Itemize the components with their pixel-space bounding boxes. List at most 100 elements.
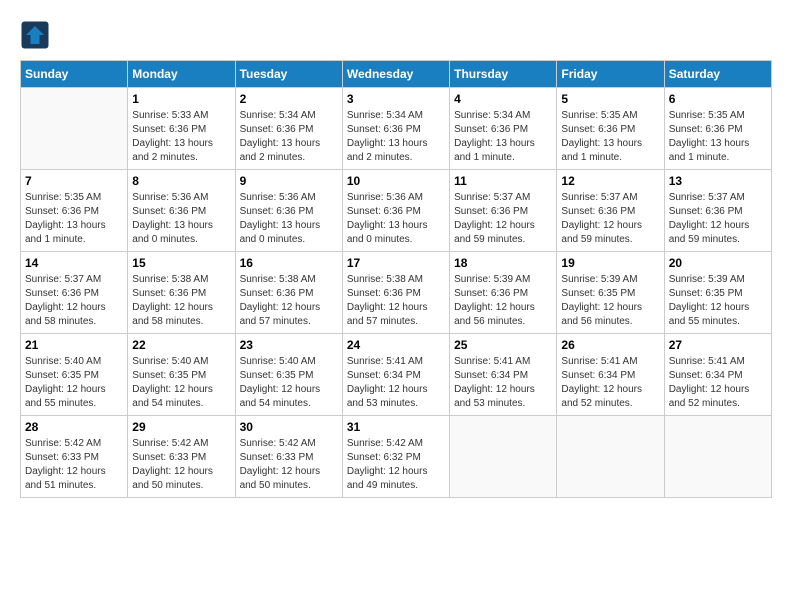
day-number: 2: [240, 92, 338, 106]
calendar-cell: 16 Sunrise: 5:38 AMSunset: 6:36 PMDayligh…: [235, 252, 342, 334]
calendar-week-5: 28Sunrise: 5:42 AMSunset: 6:33 PMDayligh…: [21, 416, 772, 498]
day-number: 5: [561, 92, 659, 106]
day-number: 30: [240, 420, 338, 434]
calendar-cell: 12 Sunrise: 5:37 AMSunset: 6:36 PMDayligh…: [557, 170, 664, 252]
day-info: Sunrise: 5:36 AMSunset: 6:36 PMDaylight:…: [132, 191, 230, 247]
day-number: 21: [25, 338, 123, 352]
calendar-cell: 1 Sunrise: 5:33 AMSunset: 6:36 PMDaylight…: [128, 88, 235, 170]
day-number: 23: [240, 338, 338, 352]
day-number: 3: [347, 92, 445, 106]
day-header-tuesday: Tuesday: [235, 61, 342, 88]
day-number: 13: [669, 174, 767, 188]
calendar-cell: 8 Sunrise: 5:36 AMSunset: 6:36 PMDaylight…: [128, 170, 235, 252]
day-info: Sunrise: 5:39 AMSunset: 6:36 PMDaylight:…: [454, 273, 552, 329]
day-info: Sunrise: 5:40 AMSunset: 6:35 PMDaylight:…: [240, 355, 338, 411]
day-info: Sunrise: 5:35 AMSunset: 6:36 PMDaylight:…: [669, 109, 767, 165]
day-info: Sunrise: 5:35 AMSunset: 6:36 PMDaylight:…: [25, 191, 123, 247]
day-number: 24: [347, 338, 445, 352]
day-number: 18: [454, 256, 552, 270]
calendar-cell: [557, 416, 664, 498]
day-number: 19: [561, 256, 659, 270]
calendar-cell: 26Sunrise: 5:41 AMSunset: 6:34 PMDayligh…: [557, 334, 664, 416]
day-info: Sunrise: 5:34 AMSunset: 6:36 PMDaylight:…: [347, 109, 445, 165]
day-number: 6: [669, 92, 767, 106]
calendar-cell: 27Sunrise: 5:41 AMSunset: 6:34 PMDayligh…: [664, 334, 771, 416]
calendar-cell: 21 Sunrise: 5:40 AMSunset: 6:35 PMDayligh…: [21, 334, 128, 416]
day-number: 11: [454, 174, 552, 188]
calendar-cell: 7 Sunrise: 5:35 AMSunset: 6:36 PMDaylight…: [21, 170, 128, 252]
day-header-thursday: Thursday: [450, 61, 557, 88]
calendar-week-3: 14Sunrise: 5:37 AMSunset: 6:36 PMDayligh…: [21, 252, 772, 334]
day-number: 16: [240, 256, 338, 270]
calendar-cell: 17Sunrise: 5:38 AMSunset: 6:36 PMDayligh…: [342, 252, 449, 334]
day-info: Sunrise: 5:42 AMSunset: 6:33 PMDaylight:…: [25, 437, 123, 493]
day-number: 25: [454, 338, 552, 352]
day-number: 26: [561, 338, 659, 352]
calendar-cell: [450, 416, 557, 498]
calendar-cell: 11 Sunrise: 5:37 AMSunset: 6:36 PMDayligh…: [450, 170, 557, 252]
calendar-cell: 20 Sunrise: 5:39 AMSunset: 6:35 PMDayligh…: [664, 252, 771, 334]
day-number: 7: [25, 174, 123, 188]
calendar-cell: 30 Sunrise: 5:42 AMSunset: 6:33 PMDayligh…: [235, 416, 342, 498]
day-number: 10: [347, 174, 445, 188]
day-info: Sunrise: 5:41 AMSunset: 6:34 PMDaylight:…: [669, 355, 767, 411]
day-header-saturday: Saturday: [664, 61, 771, 88]
day-info: Sunrise: 5:38 AMSunset: 6:36 PMDaylight:…: [240, 273, 338, 329]
calendar-cell: 24Sunrise: 5:41 AMSunset: 6:34 PMDayligh…: [342, 334, 449, 416]
day-info: Sunrise: 5:39 AMSunset: 6:35 PMDaylight:…: [561, 273, 659, 329]
day-info: Sunrise: 5:37 AMSunset: 6:36 PMDaylight:…: [25, 273, 123, 329]
day-number: 22: [132, 338, 230, 352]
calendar-week-1: 1 Sunrise: 5:33 AMSunset: 6:36 PMDaylight…: [21, 88, 772, 170]
calendar-cell: [21, 88, 128, 170]
calendar-cell: 29Sunrise: 5:42 AMSunset: 6:33 PMDayligh…: [128, 416, 235, 498]
calendar-cell: 18 Sunrise: 5:39 AMSunset: 6:36 PMDayligh…: [450, 252, 557, 334]
day-info: Sunrise: 5:37 AMSunset: 6:36 PMDaylight:…: [561, 191, 659, 247]
calendar-cell: 9Sunrise: 5:36 AMSunset: 6:36 PMDaylight…: [235, 170, 342, 252]
day-number: 31: [347, 420, 445, 434]
day-info: Sunrise: 5:37 AMSunset: 6:36 PMDaylight:…: [454, 191, 552, 247]
calendar-cell: 25 Sunrise: 5:41 AMSunset: 6:34 PMDayligh…: [450, 334, 557, 416]
calendar-cell: 15 Sunrise: 5:38 AMSunset: 6:36 PMDayligh…: [128, 252, 235, 334]
calendar-cell: 6 Sunrise: 5:35 AMSunset: 6:36 PMDaylight…: [664, 88, 771, 170]
day-info: Sunrise: 5:40 AMSunset: 6:35 PMDaylight:…: [132, 355, 230, 411]
day-number: 15: [132, 256, 230, 270]
day-number: 8: [132, 174, 230, 188]
day-info: Sunrise: 5:38 AMSunset: 6:36 PMDaylight:…: [132, 273, 230, 329]
day-info: Sunrise: 5:42 AMSunset: 6:33 PMDaylight:…: [240, 437, 338, 493]
calendar-cell: 3 Sunrise: 5:34 AMSunset: 6:36 PMDaylight…: [342, 88, 449, 170]
logo: [20, 20, 54, 50]
day-number: 12: [561, 174, 659, 188]
day-info: Sunrise: 5:38 AMSunset: 6:36 PMDaylight:…: [347, 273, 445, 329]
day-info: Sunrise: 5:42 AMSunset: 6:32 PMDaylight:…: [347, 437, 445, 493]
day-number: 1: [132, 92, 230, 106]
day-info: Sunrise: 5:41 AMSunset: 6:34 PMDaylight:…: [454, 355, 552, 411]
calendar-cell: 2Sunrise: 5:34 AMSunset: 6:36 PMDaylight…: [235, 88, 342, 170]
day-info: Sunrise: 5:39 AMSunset: 6:35 PMDaylight:…: [669, 273, 767, 329]
day-number: 4: [454, 92, 552, 106]
day-info: Sunrise: 5:37 AMSunset: 6:36 PMDaylight:…: [669, 191, 767, 247]
calendar-cell: 28Sunrise: 5:42 AMSunset: 6:33 PMDayligh…: [21, 416, 128, 498]
calendar-cell: 4 Sunrise: 5:34 AMSunset: 6:36 PMDaylight…: [450, 88, 557, 170]
calendar-table: SundayMondayTuesdayWednesdayThursdayFrid…: [20, 60, 772, 498]
page-header: [20, 20, 772, 50]
day-info: Sunrise: 5:36 AMSunset: 6:36 PMDaylight:…: [240, 191, 338, 247]
calendar-header-row: SundayMondayTuesdayWednesdayThursdayFrid…: [21, 61, 772, 88]
calendar-cell: 22 Sunrise: 5:40 AMSunset: 6:35 PMDayligh…: [128, 334, 235, 416]
day-header-friday: Friday: [557, 61, 664, 88]
day-header-monday: Monday: [128, 61, 235, 88]
calendar-cell: 14Sunrise: 5:37 AMSunset: 6:36 PMDayligh…: [21, 252, 128, 334]
day-info: Sunrise: 5:40 AMSunset: 6:35 PMDaylight:…: [25, 355, 123, 411]
calendar-week-4: 21 Sunrise: 5:40 AMSunset: 6:35 PMDayligh…: [21, 334, 772, 416]
day-number: 20: [669, 256, 767, 270]
calendar-week-2: 7 Sunrise: 5:35 AMSunset: 6:36 PMDaylight…: [21, 170, 772, 252]
day-number: 29: [132, 420, 230, 434]
day-info: Sunrise: 5:33 AMSunset: 6:36 PMDaylight:…: [132, 109, 230, 165]
calendar-cell: 23 Sunrise: 5:40 AMSunset: 6:35 PMDayligh…: [235, 334, 342, 416]
day-header-sunday: Sunday: [21, 61, 128, 88]
day-header-wednesday: Wednesday: [342, 61, 449, 88]
logo-icon: [20, 20, 50, 50]
calendar-cell: 10Sunrise: 5:36 AMSunset: 6:36 PMDayligh…: [342, 170, 449, 252]
day-info: Sunrise: 5:34 AMSunset: 6:36 PMDaylight:…: [454, 109, 552, 165]
day-info: Sunrise: 5:35 AMSunset: 6:36 PMDaylight:…: [561, 109, 659, 165]
calendar-cell: 31 Sunrise: 5:42 AMSunset: 6:32 PMDayligh…: [342, 416, 449, 498]
